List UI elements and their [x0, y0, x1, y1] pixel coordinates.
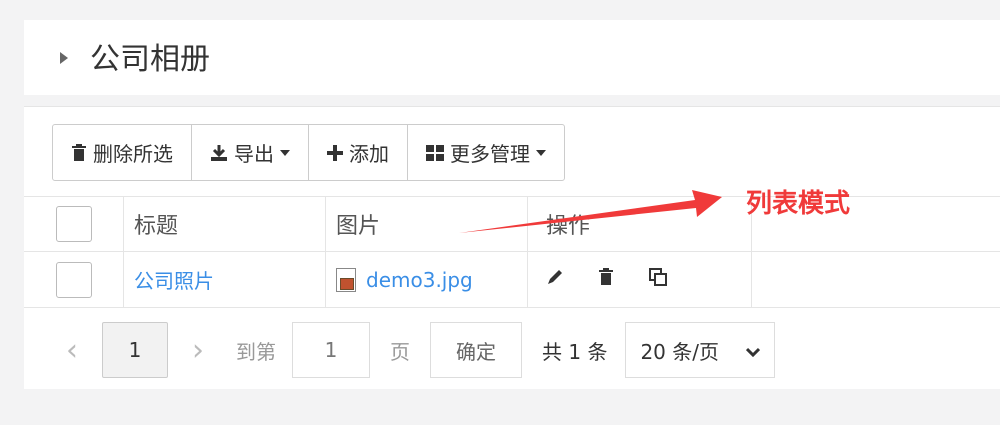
- chevron-down-icon: [536, 149, 546, 156]
- data-table: 标题 图片 操作 公司照片 demo3.jpg: [24, 196, 1000, 308]
- image-file-icon: [336, 267, 356, 292]
- total-count: 共 1 条: [542, 339, 608, 364]
- export-button[interactable]: 导出: [192, 125, 309, 180]
- export-label: 导出: [234, 142, 274, 166]
- copy-icon[interactable]: [648, 267, 668, 293]
- chevron-down-icon: [746, 338, 761, 362]
- chevron-down-icon: [280, 149, 290, 156]
- more-management-label: 更多管理: [450, 142, 530, 166]
- prev-page-icon[interactable]: ‹: [52, 322, 92, 378]
- add-button[interactable]: 添加: [309, 125, 408, 180]
- caret-right-icon[interactable]: [60, 52, 68, 64]
- table-header-row: 标题 图片 操作: [24, 196, 1000, 252]
- pagination: ‹ 1 › 到第 1 页 确定 共 1 条 20 条/页: [52, 322, 776, 378]
- toolbar: 删除所选 导出 添加 更多管理: [52, 124, 565, 181]
- next-page-icon[interactable]: ›: [178, 322, 218, 378]
- row-checkbox[interactable]: [55, 261, 92, 298]
- goto-label: 到第: [236, 339, 276, 364]
- page-title: 公司相册: [90, 42, 210, 77]
- delete-icon[interactable]: [598, 267, 614, 292]
- column-header-image[interactable]: 图片: [326, 197, 528, 251]
- add-label: 添加: [349, 142, 389, 166]
- grid-icon: [426, 144, 444, 161]
- delete-selected-label: 删除所选: [93, 142, 173, 166]
- plus-icon: [327, 144, 343, 161]
- page-size-value: 20 条/页: [640, 339, 719, 364]
- page-size-select[interactable]: 20 条/页: [625, 322, 776, 378]
- download-icon: [210, 144, 228, 162]
- header-panel: 公司相册: [24, 20, 1000, 95]
- page-number-current[interactable]: 1: [102, 322, 168, 378]
- goto-confirm-button[interactable]: 确定: [430, 322, 522, 378]
- row-image-link[interactable]: demo3.jpg: [366, 268, 473, 292]
- more-management-button[interactable]: 更多管理: [408, 125, 564, 180]
- column-header-ops: 操作: [528, 197, 752, 251]
- row-title-link[interactable]: 公司照片: [134, 265, 214, 294]
- delete-selected-button[interactable]: 删除所选: [53, 125, 192, 180]
- main-panel: 删除所选 导出 添加 更多管理 标题 图片 操作 公司照片 demo3.jpg …: [24, 106, 1000, 389]
- annotation-label: 列表模式: [746, 189, 851, 219]
- select-all-checkbox[interactable]: [55, 206, 92, 242]
- trash-icon: [71, 143, 87, 162]
- page-unit-label: 页: [390, 339, 410, 364]
- edit-icon[interactable]: [546, 267, 564, 292]
- column-header-title[interactable]: 标题: [124, 197, 326, 251]
- table-row: 公司照片 demo3.jpg: [24, 252, 1000, 308]
- goto-page-input[interactable]: 1: [292, 322, 370, 378]
